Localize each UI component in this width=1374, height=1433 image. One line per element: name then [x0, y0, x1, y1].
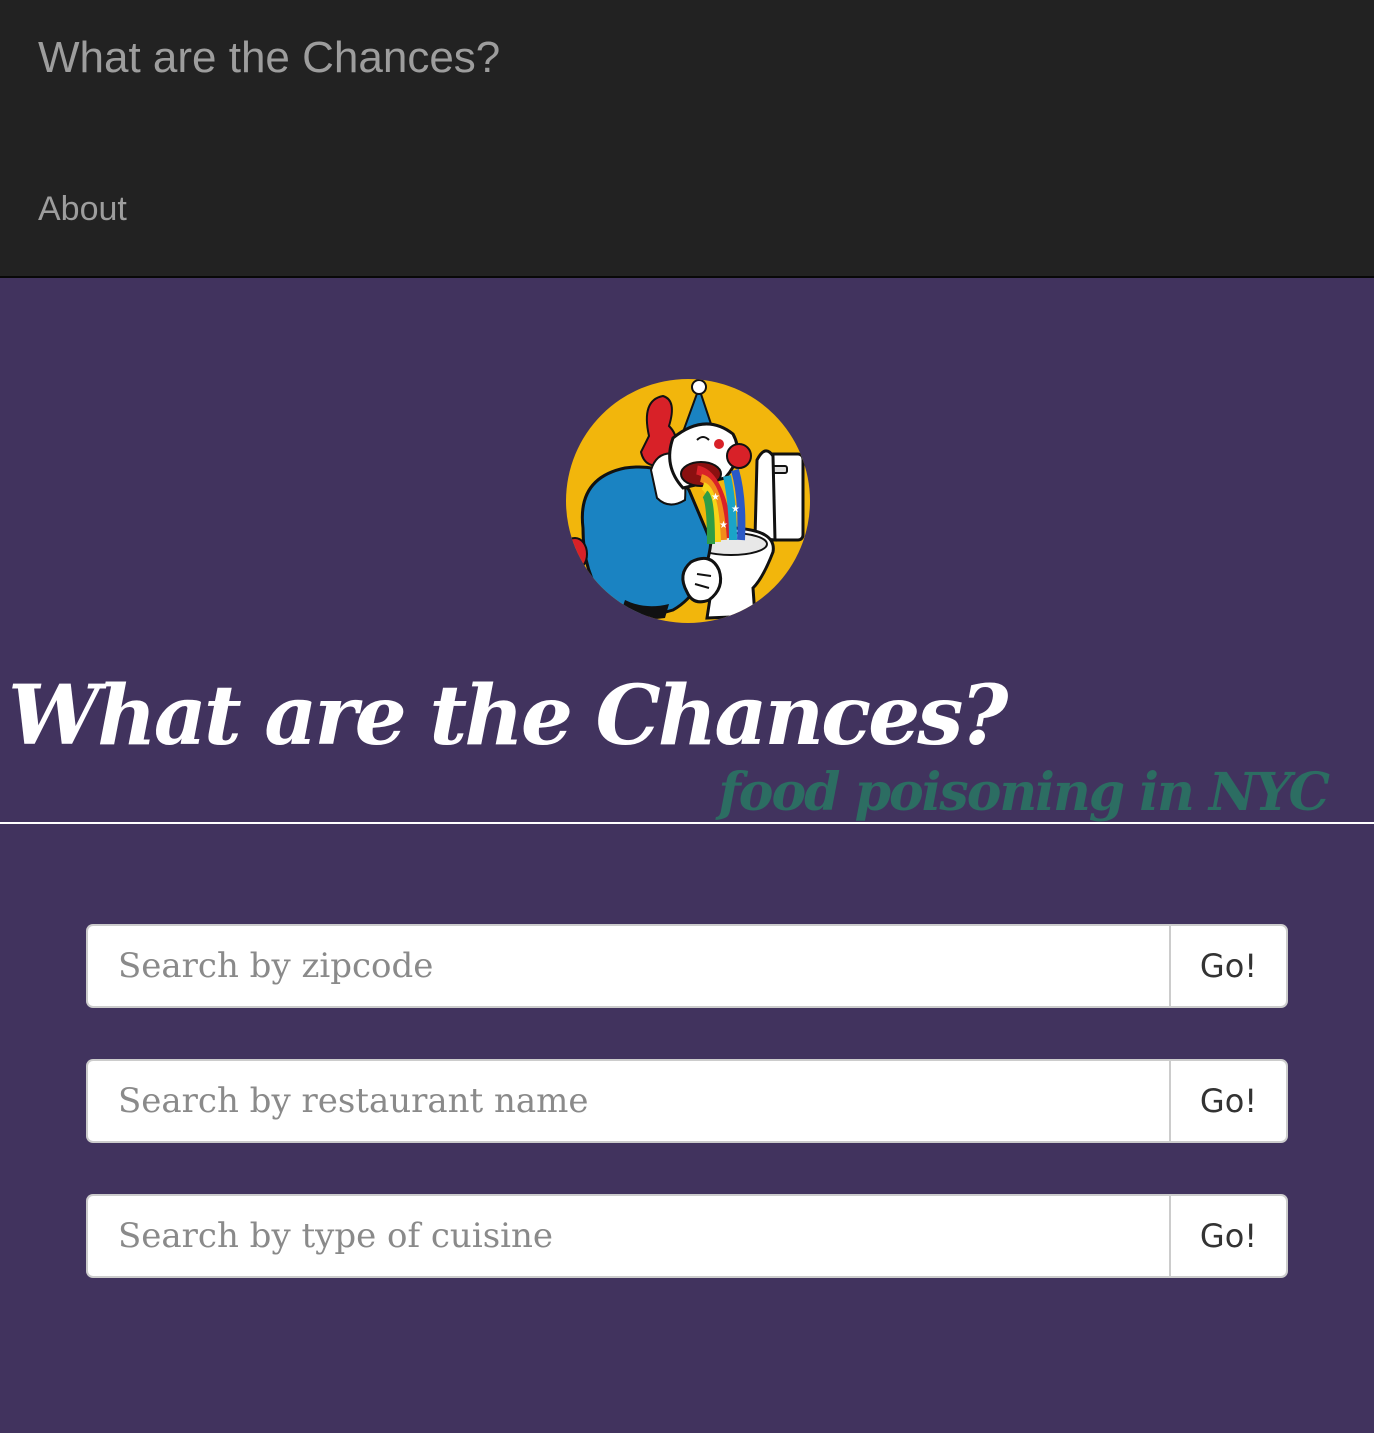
- cuisine-search-form: Go!: [86, 1194, 1288, 1278]
- navbar-brand-link[interactable]: What are the Chances?: [38, 32, 500, 84]
- svg-text:★: ★: [719, 520, 728, 531]
- cuisine-go-button[interactable]: Go!: [1169, 1194, 1288, 1278]
- clown-vomiting-rainbow-into-toilet-icon: ★ ★ ★: [566, 379, 810, 623]
- hero-title: What are the Chances?: [8, 668, 1008, 764]
- top-navbar: What are the Chances? About: [0, 0, 1374, 278]
- cuisine-search-input[interactable]: [86, 1194, 1169, 1278]
- hero-section: ★ ★ ★ What are the Chances? food poisoni…: [0, 278, 1374, 824]
- restaurant-search-input[interactable]: [86, 1059, 1169, 1143]
- restaurant-go-button[interactable]: Go!: [1169, 1059, 1288, 1143]
- hero-subtitle: food poisoning in NYC: [718, 762, 1330, 823]
- zipcode-go-button[interactable]: Go!: [1169, 924, 1288, 1008]
- zipcode-search-form: Go!: [86, 924, 1288, 1008]
- svg-text:★: ★: [711, 492, 720, 503]
- svg-text:★: ★: [731, 504, 740, 515]
- zipcode-search-input[interactable]: [86, 924, 1169, 1008]
- restaurant-search-form: Go!: [86, 1059, 1288, 1143]
- nav-link-about[interactable]: About: [38, 188, 127, 230]
